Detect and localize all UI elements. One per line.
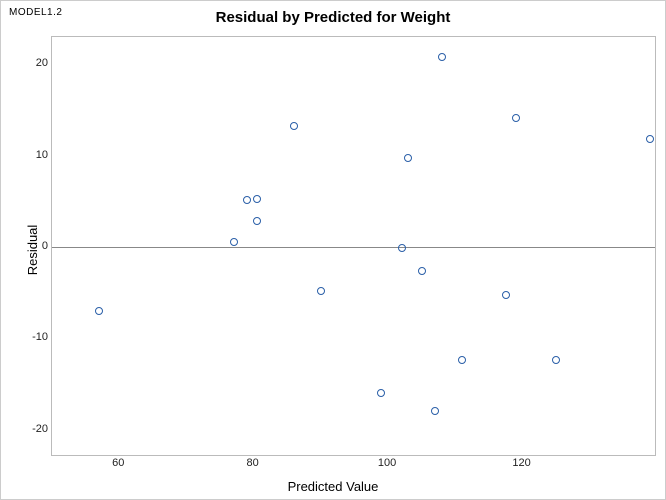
data-point: [512, 114, 520, 122]
data-point: [404, 154, 412, 162]
y-tick-label: -10: [26, 331, 48, 343]
y-tick-label: -20: [26, 423, 48, 435]
y-axis-label: Residual: [25, 225, 40, 276]
data-point: [431, 407, 439, 415]
x-tick-label: 60: [112, 457, 124, 469]
data-point: [418, 267, 426, 275]
data-point: [95, 307, 103, 315]
data-point: [398, 244, 406, 252]
data-point: [502, 291, 510, 299]
zero-reference-line: [52, 247, 655, 248]
data-point: [290, 122, 298, 130]
y-tick-label: 20: [26, 57, 48, 69]
chart-frame: MODEL1.2 Residual by Predicted for Weigh…: [0, 0, 666, 500]
data-point: [230, 238, 238, 246]
x-tick-label: 100: [378, 457, 396, 469]
data-point: [243, 196, 251, 204]
data-point: [552, 356, 560, 364]
x-tick-label: 80: [247, 457, 259, 469]
data-point: [377, 389, 385, 397]
data-point: [317, 287, 325, 295]
plot-area: [51, 36, 656, 456]
x-tick-label: 120: [512, 457, 530, 469]
data-point: [438, 53, 446, 61]
data-point: [253, 195, 261, 203]
data-point: [253, 217, 261, 225]
chart-title: Residual by Predicted for Weight: [1, 9, 665, 26]
data-point: [458, 356, 466, 364]
data-point: [646, 135, 654, 143]
x-axis-ticks: 60 80 100 120: [51, 457, 656, 473]
y-tick-label: 10: [26, 149, 48, 161]
x-axis-label: Predicted Value: [1, 479, 665, 494]
